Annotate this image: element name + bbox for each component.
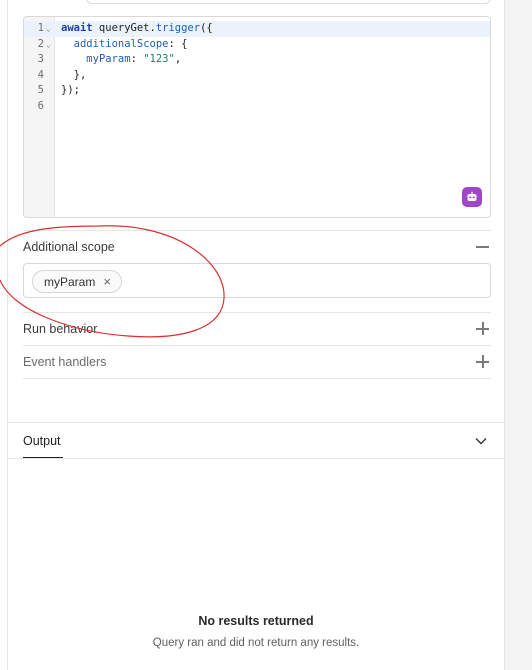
- collapse-additional-scope-button[interactable]: [476, 240, 490, 254]
- section-divider: [23, 345, 491, 346]
- code-line[interactable]: 6: [24, 99, 490, 115]
- code-token: },: [61, 68, 87, 81]
- code-line[interactable]: 1 ⌄ await queryGet.trigger({: [24, 21, 490, 37]
- code-text: await queryGet.trigger({: [61, 21, 213, 37]
- plus-icon-stroke: [482, 355, 484, 368]
- code-token: : {: [168, 37, 188, 50]
- code-token: ,: [174, 53, 182, 65]
- code-token: myParam: [86, 53, 131, 65]
- scrollbar-track[interactable]: [504, 0, 532, 670]
- close-icon[interactable]: ×: [103, 275, 111, 288]
- code-text: },: [61, 68, 87, 84]
- previous-field-edge: [86, 0, 491, 4]
- event-handlers-label[interactable]: Event handlers: [23, 355, 106, 369]
- code-line[interactable]: 3 myParam: "123",: [24, 52, 490, 68]
- empty-state-title: No results returned: [198, 614, 314, 628]
- output-divider-top: [8, 422, 504, 423]
- scope-chip[interactable]: myParam ×: [32, 270, 122, 293]
- line-number: 4: [37, 68, 44, 81]
- minus-icon: [476, 246, 489, 248]
- additional-scope-input[interactable]: myParam ×: [23, 263, 491, 298]
- section-divider: [23, 378, 491, 379]
- code-line[interactable]: 4 },: [24, 68, 490, 84]
- output-divider-bottom: [8, 458, 504, 459]
- code-token: additionalScope: [73, 37, 169, 50]
- line-number: 1: [37, 22, 44, 34]
- ai-assistant-button[interactable]: [462, 187, 482, 207]
- line-number: 5: [37, 84, 44, 96]
- expand-event-handlers-button[interactable]: [476, 355, 490, 369]
- chevron-down-icon: [475, 438, 487, 445]
- code-token: :: [130, 53, 144, 65]
- line-number: 3: [37, 53, 44, 65]
- expand-run-behavior-button[interactable]: [476, 322, 490, 336]
- code-token: await: [61, 22, 93, 34]
- code-text: additionalScope: {: [61, 37, 188, 53]
- code-text: });: [61, 83, 80, 99]
- code-token: ({: [200, 22, 213, 34]
- fold-chevron-icon[interactable]: ⌄: [46, 37, 51, 53]
- section-divider: [23, 230, 491, 231]
- code-text: myParam: "123",: [61, 52, 181, 68]
- code-token: queryGet.: [92, 22, 156, 34]
- output-toggle-button[interactable]: [474, 434, 488, 448]
- code-editor[interactable]: 1 ⌄ await queryGet.trigger({2 ⌄ additionalS…: [23, 16, 491, 218]
- scope-chip-label: myParam: [44, 274, 96, 289]
- section-divider: [23, 312, 491, 313]
- code-token: });: [61, 84, 80, 96]
- code-token: trigger: [155, 22, 201, 34]
- assistant-icon: [467, 191, 477, 201]
- tab-output[interactable]: Output: [23, 434, 61, 448]
- code-line[interactable]: 5});: [24, 83, 490, 99]
- panel-left-border: [7, 0, 8, 670]
- additional-scope-label: Additional scope: [23, 240, 115, 254]
- line-number: 2: [37, 37, 44, 50]
- run-behavior-label[interactable]: Run behavior: [23, 322, 97, 336]
- line-number: 6: [37, 99, 44, 112]
- fold-chevron-icon[interactable]: ⌄: [46, 21, 51, 37]
- code-line[interactable]: 2 ⌄ additionalScope: {: [24, 37, 490, 53]
- empty-state-subtitle: Query ran and did not return any results…: [152, 637, 360, 649]
- plus-icon-stroke: [482, 322, 484, 335]
- code-token: "123": [143, 53, 175, 65]
